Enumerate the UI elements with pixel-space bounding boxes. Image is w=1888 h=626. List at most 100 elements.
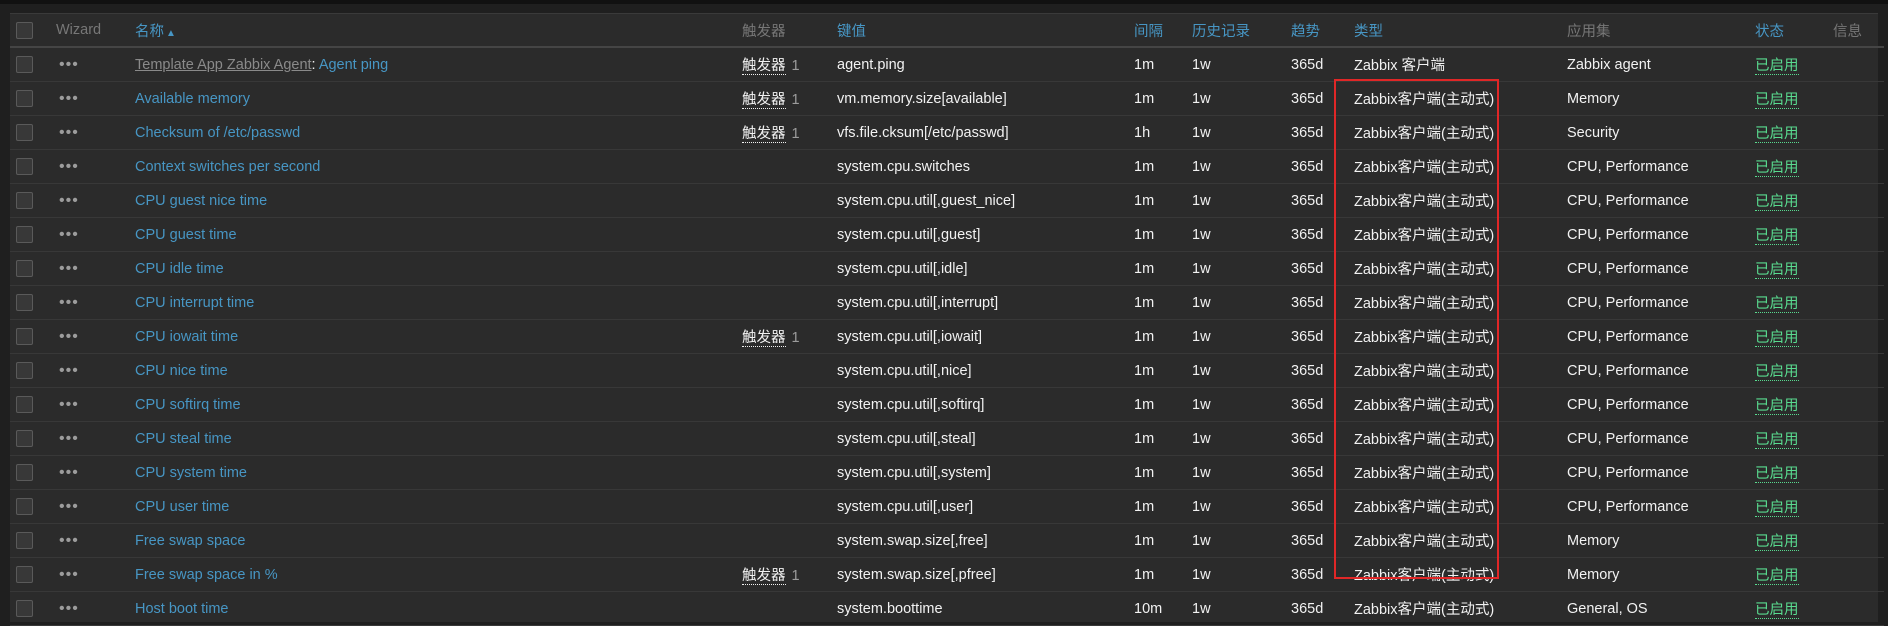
name-cell: Free swap space — [135, 524, 742, 558]
status-toggle[interactable]: 已启用 — [1755, 160, 1799, 177]
ellipsis-icon[interactable]: ••• — [56, 192, 79, 208]
status-toggle[interactable]: 已启用 — [1755, 602, 1799, 619]
status-toggle[interactable]: 已启用 — [1755, 194, 1799, 211]
item-name-link[interactable]: CPU steal time — [135, 431, 232, 447]
ellipsis-icon[interactable]: ••• — [56, 158, 79, 174]
trigger-count: 1 — [791, 92, 800, 108]
item-name-link[interactable]: CPU guest nice time — [135, 193, 267, 209]
status-toggle[interactable]: 已启用 — [1755, 432, 1799, 449]
header-interval[interactable]: 间隔 — [1134, 14, 1192, 48]
item-name-link[interactable]: CPU iowait time — [135, 329, 238, 345]
status-toggle[interactable]: 已启用 — [1755, 228, 1799, 245]
status-toggle[interactable]: 已启用 — [1755, 466, 1799, 483]
wizard-cell: ••• — [56, 422, 135, 456]
wizard-cell: ••• — [56, 320, 135, 354]
ellipsis-icon[interactable]: ••• — [56, 498, 79, 514]
row-checkbox[interactable] — [16, 56, 33, 73]
key-cell: system.cpu.util[,softirq] — [837, 396, 985, 413]
item-name-link[interactable]: Host boot time — [135, 601, 229, 617]
status-toggle[interactable]: 已启用 — [1755, 568, 1799, 585]
header-type[interactable]: 类型 — [1354, 14, 1567, 48]
header-name-label[interactable]: 名称 — [135, 24, 164, 40]
wizard-cell: ••• — [56, 218, 135, 252]
header-status[interactable]: 状态 — [1755, 14, 1833, 48]
ellipsis-icon[interactable]: ••• — [56, 532, 79, 548]
row-checkbox[interactable] — [16, 498, 33, 515]
item-name-link[interactable]: Checksum of /etc/passwd — [135, 125, 300, 141]
item-name-link[interactable]: CPU softirq time — [135, 397, 241, 413]
status-toggle[interactable]: 已启用 — [1755, 500, 1799, 517]
row-checkbox[interactable] — [16, 192, 33, 209]
row-checkbox[interactable] — [16, 260, 33, 277]
row-checkbox[interactable] — [16, 124, 33, 141]
item-name-link[interactable]: CPU guest time — [135, 227, 237, 243]
triggers-link[interactable]: 触发器 — [742, 92, 786, 109]
status-cell: 已启用 — [1755, 252, 1833, 286]
status-toggle[interactable]: 已启用 — [1755, 330, 1799, 347]
ellipsis-icon[interactable]: ••• — [56, 600, 79, 616]
row-select-cell — [10, 490, 56, 524]
trends-cell: 365d — [1291, 124, 1324, 141]
status-toggle[interactable]: 已启用 — [1755, 92, 1799, 109]
status-toggle[interactable]: 已启用 — [1755, 534, 1799, 551]
items-table-body: ••• Template App Zabbix Agent: Agent ping… — [10, 47, 1884, 626]
ellipsis-icon[interactable]: ••• — [56, 396, 79, 412]
row-checkbox[interactable] — [16, 464, 33, 481]
header-history[interactable]: 历史记录 — [1192, 14, 1291, 48]
row-checkbox[interactable] — [16, 566, 33, 583]
type-cell: Zabbix 客户端 — [1354, 58, 1446, 74]
row-checkbox[interactable] — [16, 328, 33, 345]
row-checkbox[interactable] — [16, 430, 33, 447]
item-name-link[interactable]: CPU user time — [135, 499, 229, 515]
row-checkbox[interactable] — [16, 532, 33, 549]
header-key[interactable]: 键值 — [837, 14, 1134, 48]
ellipsis-icon[interactable]: ••• — [56, 362, 79, 378]
item-name-link[interactable]: Agent ping — [319, 57, 388, 73]
item-name-link[interactable]: CPU nice time — [135, 363, 228, 379]
status-toggle[interactable]: 已启用 — [1755, 296, 1799, 313]
template-link[interactable]: Template App Zabbix Agent — [135, 57, 312, 73]
header-trends[interactable]: 趋势 — [1291, 14, 1354, 48]
header-name[interactable]: 名称 ▲ — [135, 14, 742, 48]
ellipsis-icon[interactable]: ••• — [56, 328, 79, 344]
item-name-link[interactable]: CPU system time — [135, 465, 247, 481]
row-checkbox[interactable] — [16, 90, 33, 107]
status-toggle[interactable]: 已启用 — [1755, 262, 1799, 279]
select-all-checkbox[interactable] — [16, 21, 33, 39]
ellipsis-icon[interactable]: ••• — [56, 260, 79, 276]
row-checkbox[interactable] — [16, 396, 33, 413]
status-toggle[interactable]: 已启用 — [1755, 398, 1799, 415]
item-name-link[interactable]: Available memory — [135, 91, 250, 107]
triggers-link[interactable]: 触发器 — [742, 126, 786, 143]
key-cell: agent.ping — [837, 56, 905, 73]
ellipsis-icon[interactable]: ••• — [56, 566, 79, 582]
triggers-link[interactable]: 触发器 — [742, 58, 786, 75]
item-name-link[interactable]: CPU interrupt time — [135, 295, 254, 311]
row-checkbox[interactable] — [16, 226, 33, 243]
status-toggle[interactable]: 已启用 — [1755, 126, 1799, 143]
item-name-link[interactable]: Context switches per second — [135, 159, 320, 175]
status-toggle[interactable]: 已启用 — [1755, 58, 1799, 75]
ellipsis-icon[interactable]: ••• — [56, 56, 79, 72]
key-cell: system.swap.size[,free] — [837, 532, 988, 549]
ellipsis-icon[interactable]: ••• — [56, 124, 79, 140]
ellipsis-icon[interactable]: ••• — [56, 464, 79, 480]
triggers-link[interactable]: 触发器 — [742, 568, 786, 585]
ellipsis-icon[interactable]: ••• — [56, 226, 79, 242]
table-header-row: Wizard 名称 ▲ 触发器 键值 间隔 历史记录 趋势 类型 应用集 状态 信… — [10, 14, 1884, 48]
ellipsis-icon[interactable]: ••• — [56, 294, 79, 310]
triggers-link[interactable]: 触发器 — [742, 330, 786, 347]
applications-cell: CPU, Performance — [1567, 158, 1689, 175]
item-name-link[interactable]: CPU idle time — [135, 261, 224, 277]
ellipsis-icon[interactable]: ••• — [56, 90, 79, 106]
row-checkbox[interactable] — [16, 362, 33, 379]
ellipsis-icon[interactable]: ••• — [56, 430, 79, 446]
header-triggers: 触发器 — [742, 14, 837, 48]
status-toggle[interactable]: 已启用 — [1755, 364, 1799, 381]
table-row: ••• CPU user time system.cpu.util[,user] 1m… — [10, 490, 1884, 524]
item-name-link[interactable]: Free swap space — [135, 533, 245, 549]
item-name-link[interactable]: Free swap space in % — [135, 567, 278, 583]
row-checkbox[interactable] — [16, 294, 33, 311]
row-checkbox[interactable] — [16, 158, 33, 175]
row-checkbox[interactable] — [16, 600, 33, 617]
